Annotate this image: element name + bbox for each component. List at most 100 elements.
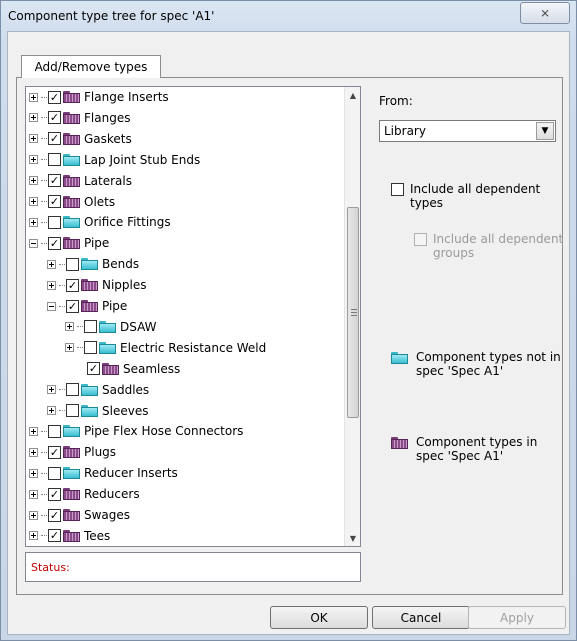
- scroll-up-arrow-icon[interactable]: ▲: [345, 87, 360, 103]
- tree-item[interactable]: Pipe Flex Hose Connectors: [29, 421, 243, 441]
- tree-connector: [41, 242, 47, 244]
- tree-vertical-scrollbar[interactable]: ▲ ▼: [344, 87, 360, 546]
- tree-item-label: Electric Resistance Weld: [120, 340, 267, 355]
- tree-item[interactable]: ✓ Seamless: [65, 359, 180, 379]
- tree-connector: [41, 138, 47, 140]
- checkbox-checked[interactable]: ✓: [66, 299, 79, 313]
- expand-plus-icon[interactable]: [47, 280, 56, 290]
- legend-not-in-spec: Component types not in spec 'Spec A1': [391, 350, 561, 378]
- checkbox-box[interactable]: [414, 233, 427, 246]
- tree-item[interactable]: ✓ Pipe: [47, 296, 127, 316]
- tree-item-label: DSAW: [120, 319, 157, 334]
- tree-item[interactable]: ✓ Flanges: [29, 108, 130, 128]
- folder-purple-icon: [81, 300, 98, 312]
- checkbox-checked[interactable]: ✓: [48, 174, 61, 188]
- checkbox-checked[interactable]: ✓: [48, 90, 61, 104]
- scroll-thumb[interactable]: [347, 207, 359, 418]
- expand-plus-icon[interactable]: [29, 134, 38, 144]
- checkbox-checked[interactable]: ✓: [48, 529, 61, 543]
- tree-item[interactable]: ✓ Tees: [29, 526, 110, 546]
- checkbox-unchecked[interactable]: [66, 404, 79, 417]
- checkbox-checked[interactable]: ✓: [48, 445, 61, 459]
- apply-button[interactable]: Apply: [468, 606, 566, 629]
- tree-item[interactable]: Lap Joint Stub Ends: [29, 150, 200, 170]
- tree-item[interactable]: Orifice Fittings: [29, 212, 171, 232]
- checkbox-unchecked[interactable]: [84, 320, 97, 334]
- checkbox-unchecked[interactable]: [48, 215, 61, 229]
- title-bar[interactable]: Component type tree for spec 'A1' ⨯: [1, 1, 576, 29]
- collapse-minus-icon[interactable]: [29, 238, 38, 248]
- expand-plus-icon[interactable]: [29, 510, 38, 520]
- checkbox-unchecked[interactable]: [48, 466, 61, 480]
- component-type-tree[interactable]: ✓ Flange Inserts ✓ Flanges ✓ Gaskets Lap Joint…: [25, 86, 361, 547]
- checkbox-unchecked[interactable]: [48, 153, 61, 167]
- expand-plus-icon[interactable]: [29, 468, 38, 478]
- checkbox-unchecked[interactable]: [48, 424, 61, 438]
- expand-plus-icon[interactable]: [47, 259, 56, 269]
- expand-plus-icon[interactable]: [47, 406, 56, 415]
- tree-item[interactable]: ✓ Plugs: [29, 442, 116, 462]
- legend-not-in-spec-label: Component types not in spec 'Spec A1': [416, 350, 561, 378]
- tree-item-label: Bends: [102, 257, 140, 272]
- expand-plus-icon[interactable]: [29, 426, 38, 436]
- expand-plus-icon[interactable]: [29, 489, 38, 499]
- checkbox-checked[interactable]: ✓: [48, 508, 61, 522]
- tab-add-remove-types[interactable]: Add/Remove types: [21, 55, 161, 78]
- checkbox-checked[interactable]: ✓: [48, 236, 61, 250]
- expand-plus-icon[interactable]: [65, 343, 74, 353]
- checkbox-checked[interactable]: ✓: [48, 487, 61, 501]
- tree-item[interactable]: ✓ Nipples: [47, 275, 147, 295]
- tree-item-label: Pipe: [84, 236, 110, 251]
- tree-item-label: Gaskets: [84, 131, 132, 146]
- tree-item[interactable]: Reducer Inserts: [29, 463, 178, 483]
- tree-item[interactable]: Electric Resistance Weld: [65, 338, 266, 358]
- expand-plus-icon[interactable]: [29, 155, 38, 165]
- expand-plus-icon[interactable]: [29, 113, 38, 123]
- tree-item[interactable]: ✓ Laterals: [29, 171, 132, 191]
- checkbox-unchecked[interactable]: [66, 383, 79, 397]
- tree-item-label: Nipples: [102, 278, 147, 293]
- tree-item-label: Saddles: [102, 382, 150, 397]
- tree-item[interactable]: DSAW: [65, 317, 157, 337]
- cancel-button[interactable]: Cancel: [372, 606, 470, 629]
- checkbox-unchecked[interactable]: [84, 341, 97, 355]
- expand-plus-icon[interactable]: [47, 385, 56, 395]
- folder-cyan-icon: [63, 153, 80, 166]
- scroll-down-arrow-icon[interactable]: ▼: [345, 530, 360, 546]
- checkbox-checked[interactable]: ✓: [66, 278, 79, 292]
- tree-item[interactable]: ✓ Gaskets: [29, 129, 132, 149]
- checkbox-checked[interactable]: ✓: [48, 111, 61, 125]
- tree-item[interactable]: ✓ Swages: [29, 505, 130, 525]
- checkbox-checked[interactable]: ✓: [48, 132, 61, 146]
- close-button[interactable]: ⨯: [520, 2, 570, 24]
- tree-item[interactable]: ✓ Flange Inserts: [29, 87, 169, 107]
- expand-plus-icon[interactable]: [29, 531, 38, 541]
- folder-cyan-icon: [63, 216, 80, 229]
- expand-plus-icon[interactable]: [29, 176, 38, 186]
- checkbox-checked[interactable]: ✓: [87, 362, 100, 376]
- tree-item[interactable]: Bends: [47, 254, 139, 274]
- chevron-down-icon[interactable]: ▼: [536, 122, 554, 140]
- collapse-minus-icon[interactable]: [47, 301, 56, 311]
- tree-item[interactable]: Sleeves: [47, 401, 148, 421]
- tree-item-label: Reducers: [84, 487, 140, 502]
- expand-plus-icon[interactable]: [29, 447, 38, 457]
- expand-plus-icon[interactable]: [29, 217, 38, 227]
- tree-item[interactable]: Saddles: [47, 380, 149, 400]
- tree-connector: [41, 96, 47, 98]
- from-select[interactable]: Library ▼: [379, 120, 556, 142]
- tree-item[interactable]: ✓ Reducers: [29, 484, 140, 504]
- thumb-grip-line: [351, 309, 357, 310]
- expand-plus-icon[interactable]: [29, 92, 38, 102]
- include-dependent-types-checkbox[interactable]: Include all dependent types: [391, 182, 561, 210]
- tree-item[interactable]: ✓ Olets: [29, 192, 115, 212]
- include-dependent-groups-checkbox[interactable]: Include all dependent groups: [414, 232, 564, 260]
- checkbox-unchecked[interactable]: [66, 257, 79, 271]
- checkbox-checked[interactable]: ✓: [48, 195, 61, 208]
- expand-plus-icon[interactable]: [65, 322, 74, 332]
- ok-button[interactable]: OK: [270, 606, 368, 629]
- expand-plus-icon[interactable]: [29, 197, 38, 206]
- checkbox-box[interactable]: [391, 183, 404, 196]
- tree-item[interactable]: ✓ Pipe: [29, 233, 109, 253]
- folder-purple-icon: [63, 237, 80, 250]
